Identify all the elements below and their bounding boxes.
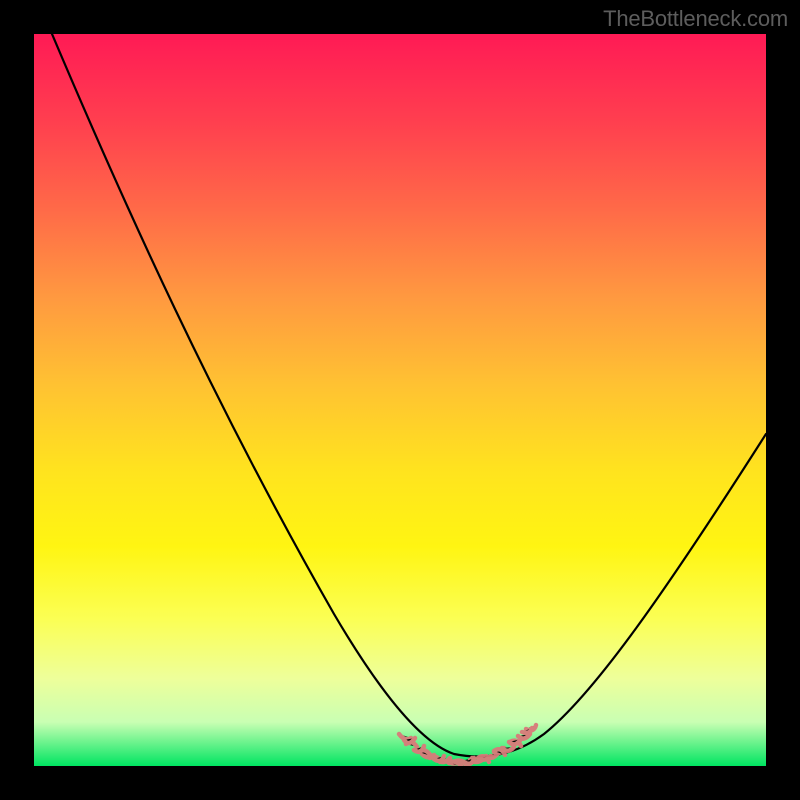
plot-area bbox=[34, 34, 766, 766]
bottleneck-curve bbox=[52, 34, 766, 757]
chart-frame: TheBottleneck.com bbox=[0, 0, 800, 800]
curve-layer bbox=[34, 34, 766, 766]
watermark-text: TheBottleneck.com bbox=[603, 6, 788, 32]
